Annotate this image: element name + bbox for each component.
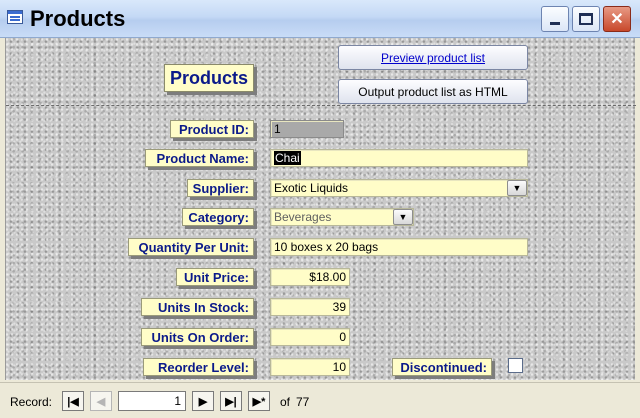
product-id-label: Product ID: — [170, 120, 254, 138]
form-header-label: Products — [164, 64, 254, 92]
window-title: Products — [30, 6, 126, 31]
discontinued-label: Discontinued: — [392, 358, 492, 376]
form-icon[interactable] — [7, 10, 23, 24]
unit-price-field[interactable]: $18.00 — [270, 268, 350, 286]
category-combo[interactable]: Beverages ▼ — [270, 208, 414, 226]
units-on-order-field[interactable]: 0 — [270, 328, 350, 346]
reorder-level-label: Reorder Level: — [143, 358, 254, 376]
record-of-label: of — [280, 395, 291, 409]
close-button[interactable]: ✕ — [603, 6, 631, 32]
reorder-level-field[interactable]: 10 — [270, 358, 350, 376]
chevron-down-icon[interactable]: ▼ — [507, 180, 527, 196]
output-html-button[interactable]: Output product list as HTML — [338, 79, 528, 104]
next-record-icon: ▶ — [198, 395, 208, 408]
first-record-icon: |◀ — [67, 395, 79, 408]
close-icon: ✕ — [610, 11, 624, 28]
product-name-value: Chai — [274, 151, 301, 165]
preview-product-list-button[interactable]: Preview product list — [338, 45, 528, 70]
maximize-button[interactable] — [572, 6, 600, 32]
current-record-input[interactable]: 1 — [118, 391, 186, 411]
category-label: Category: — [182, 208, 254, 226]
product-id-field: 1 — [270, 120, 344, 138]
record-label: Record: — [10, 395, 53, 409]
minimize-icon — [550, 21, 560, 25]
record-total: 77 — [296, 395, 310, 409]
units-in-stock-label: Units In Stock: — [141, 298, 254, 316]
category-value: Beverages — [274, 210, 332, 224]
chevron-down-icon[interactable]: ▼ — [393, 209, 413, 225]
previous-record-button[interactable]: ◀ — [90, 391, 112, 411]
supplier-label: Supplier: — [187, 179, 254, 197]
minimize-button[interactable] — [541, 6, 569, 32]
product-name-field[interactable]: Chai — [270, 149, 528, 167]
first-record-button[interactable]: |◀ — [62, 391, 84, 411]
title-bar[interactable]: Products ✕ — [0, 0, 640, 38]
header-divider — [6, 105, 636, 106]
next-record-button[interactable]: ▶ — [192, 391, 214, 411]
product-form: Products Preview product list Output pro… — [5, 38, 636, 380]
last-record-icon: ▶| — [225, 395, 237, 408]
discontinued-checkbox[interactable] — [508, 358, 523, 373]
record-navigator: Record: |◀ ◀ 1 ▶ ▶| ▶* of 77 — [0, 382, 640, 418]
supplier-combo[interactable]: Exotic Liquids ▼ — [270, 179, 528, 197]
quantity-per-unit-field[interactable]: 10 boxes x 20 bags — [270, 238, 528, 256]
units-in-stock-field[interactable]: 39 — [270, 298, 350, 316]
quantity-per-unit-label: Quantity Per Unit: — [128, 238, 254, 256]
last-record-button[interactable]: ▶| — [220, 391, 242, 411]
new-record-button[interactable]: ▶* — [248, 391, 270, 411]
unit-price-label: Unit Price: — [176, 268, 254, 286]
product-name-label: Product Name: — [145, 149, 254, 167]
new-record-icon: ▶* — [252, 395, 266, 408]
previous-record-icon: ◀ — [96, 395, 106, 408]
supplier-value: Exotic Liquids — [274, 181, 349, 195]
maximize-icon — [579, 13, 593, 25]
units-on-order-label: Units On Order: — [141, 328, 254, 346]
